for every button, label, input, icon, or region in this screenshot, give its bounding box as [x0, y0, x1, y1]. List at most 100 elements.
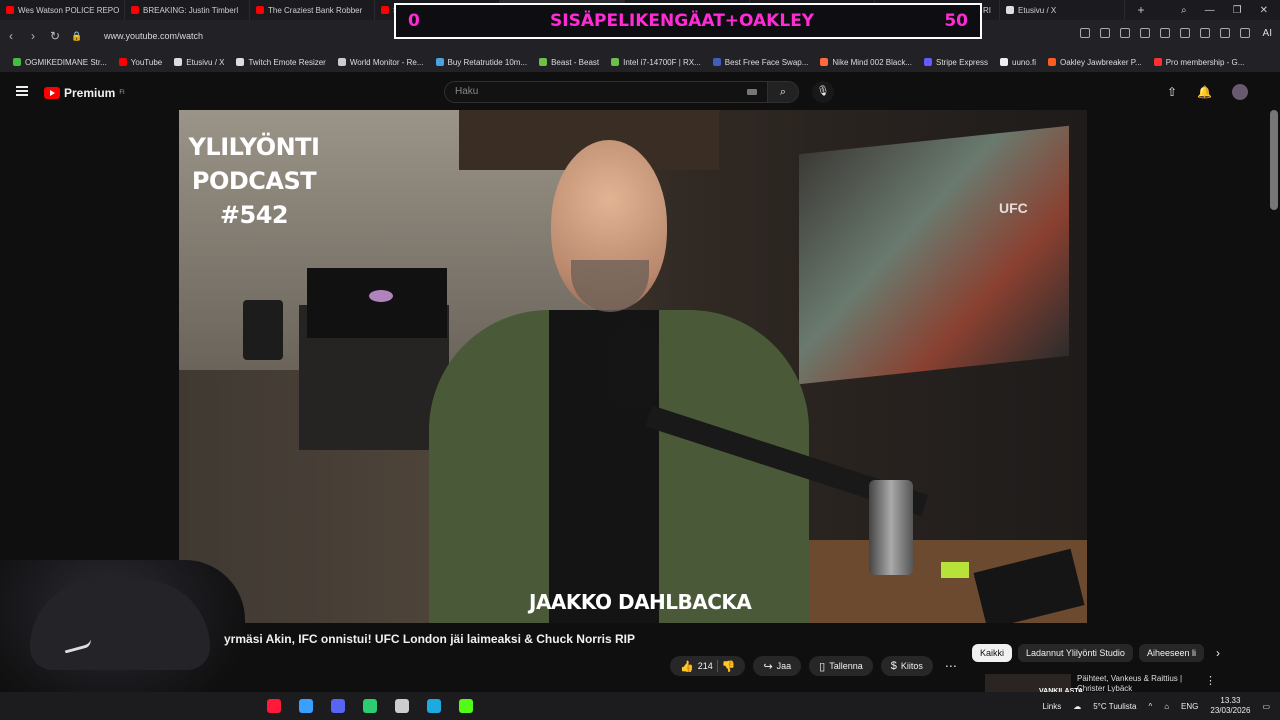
bookmark-favicon-icon [539, 58, 548, 66]
chip-related[interactable]: Aiheeseen li [1138, 644, 1204, 662]
bookmark-item[interactable]: Nike Mind 002 Black... [815, 58, 917, 67]
clock[interactable]: 13.33 23/03/2026 [1210, 696, 1250, 716]
bookmark-favicon-icon [1000, 58, 1009, 66]
bookmark-label: uuno.fi [1012, 57, 1037, 67]
tab-favicon-icon [6, 6, 14, 14]
zoom-icon[interactable] [1080, 28, 1090, 38]
video-player[interactable]: UFC YLILYÖNTI PODCAST #542 JAAKKO DAHLBA… [179, 110, 1087, 623]
browser-tab[interactable]: BREAKING: Justin Timberl [125, 0, 250, 20]
bookmark-favicon-icon [1048, 58, 1057, 66]
maximize-button[interactable]: ❐ [1233, 5, 1242, 16]
browser-tab[interactable]: Etusivu / X [1000, 0, 1125, 20]
notifications-bell-icon[interactable]: 🔔 [1197, 85, 1212, 99]
close-window-button[interactable]: ✕ [1260, 5, 1268, 16]
video-speaker [243, 300, 283, 360]
bookmark-item[interactable]: Stripe Express [919, 58, 993, 67]
browser-tab[interactable]: Wes Watson POLICE REPO [0, 0, 125, 20]
thanks-button[interactable]: $ Kiitos [880, 656, 933, 676]
microphone-icon: 🎙 [816, 86, 830, 97]
bookmark-favicon-icon [923, 58, 932, 66]
bookmark-item[interactable]: Pro membership - G... [1149, 58, 1250, 67]
network-icon[interactable]: ⌂ [1164, 702, 1169, 711]
bookmark-item[interactable]: Intel i7-14700F | RX... [606, 58, 706, 67]
hamburger-menu-icon[interactable] [16, 86, 28, 96]
browser-tab[interactable]: The Craziest Bank Robber [250, 0, 375, 20]
bookmark-item[interactable]: World Monitor - Re... [333, 58, 429, 67]
recommendation-chips: Kaikki Ladannut Ylilyönti Studio Aiheese… [972, 644, 1220, 662]
minimize-button[interactable]: — [1205, 5, 1215, 16]
ai-button[interactable]: AI [1263, 28, 1272, 39]
edge-icon[interactable] [422, 694, 446, 718]
taskbar-apps [262, 694, 486, 718]
tab-favicon-icon [256, 6, 264, 14]
save-label: Tallenna [829, 661, 863, 671]
chip-all[interactable]: Kaikki [972, 644, 1013, 662]
copilot-icon[interactable] [294, 694, 318, 718]
menu-icon[interactable] [1240, 28, 1250, 38]
recommended-more-icon[interactable]: ⋮ [1205, 674, 1216, 687]
back-icon[interactable]: ‹ [0, 29, 22, 43]
like-icon[interactable]: 👍 [680, 660, 694, 673]
save-button[interactable]: ▯ Tallenna [809, 656, 873, 676]
bookmark-item[interactable]: uuno.fi [995, 58, 1041, 67]
url-field[interactable]: www.youtube.com/watch [104, 31, 203, 41]
bookmark-item[interactable]: YouTube [114, 58, 167, 67]
green-app-icon[interactable] [358, 694, 382, 718]
recommended-title[interactable]: Päihteet, Vankeus & Raittius | Christer … [1077, 674, 1187, 694]
taskbar-app-glyph [395, 699, 409, 713]
notification-center-icon[interactable]: ▭ [1262, 702, 1270, 711]
like-count[interactable]: 214 [698, 661, 713, 671]
opera-gx-icon[interactable] [262, 694, 286, 718]
search-tabs-icon[interactable]: ⌕ [1181, 5, 1187, 16]
bookmark-favicon-icon [174, 58, 183, 66]
voice-search-button[interactable]: 🎙 [812, 81, 834, 103]
bookmark-item[interactable]: Oakley Jawbreaker P... [1043, 58, 1147, 67]
tab-label: The Craziest Bank Robber [268, 5, 363, 15]
chevron-up-icon[interactable]: ^ [1148, 702, 1152, 711]
bookmark-icon: ▯ [819, 660, 826, 673]
links-label[interactable]: Links [1043, 702, 1062, 711]
camera-icon[interactable] [1120, 28, 1130, 38]
search-input[interactable]: Haku [444, 81, 768, 103]
youtube-premium-logo[interactable]: Premium FI [44, 86, 125, 100]
media-player-icon[interactable] [454, 694, 478, 718]
page-scrollbar[interactable] [1270, 110, 1278, 210]
youtube-play-icon [44, 87, 60, 99]
video-tv-text: UFC [999, 200, 1028, 216]
tab-favicon-icon [1006, 6, 1014, 14]
shield-app-icon[interactable] [390, 694, 414, 718]
bookmark-item[interactable]: OGMIKEDIMANE Str... [8, 58, 112, 67]
heart-icon[interactable] [1180, 28, 1190, 38]
shield-icon[interactable] [1140, 28, 1150, 38]
download-icon[interactable] [1220, 28, 1230, 38]
language-indicator[interactable]: ENG [1181, 702, 1198, 711]
forward-icon[interactable]: › [22, 29, 44, 43]
new-tab-icon[interactable]: + [1131, 3, 1151, 17]
search-button[interactable]: ⌕ [767, 81, 799, 103]
edit-icon[interactable] [1100, 28, 1110, 38]
bookmark-item[interactable]: Etusivu / X [169, 58, 229, 67]
bookmark-label: World Monitor - Re... [349, 57, 424, 67]
upload-icon[interactable]: ⇧ [1167, 85, 1177, 99]
reload-icon[interactable]: ↻ [44, 29, 66, 43]
dislike-icon[interactable]: 👎 [722, 660, 736, 673]
bookmark-favicon-icon [611, 58, 620, 66]
play-icon[interactable] [1160, 28, 1170, 38]
bookmark-item[interactable]: Best Free Face Swap... [708, 58, 814, 67]
bookmark-item[interactable]: Buy Retatrutide 10m... [431, 58, 533, 67]
chevron-right-icon[interactable]: › [1216, 646, 1220, 660]
weather-text[interactable]: 5°C Tuulista [1093, 702, 1136, 711]
more-options-icon[interactable]: ⋯ [941, 659, 961, 673]
chip-uploaded-by[interactable]: Ladannut Ylilyönti Studio [1018, 644, 1133, 662]
keyboard-icon[interactable] [747, 89, 757, 95]
bookmark-label: OGMIKEDIMANE Str... [25, 57, 107, 67]
bookmark-label: Nike Mind 002 Black... [832, 57, 912, 67]
avatar[interactable] [1232, 84, 1248, 100]
thanks-label: Kiitos [900, 661, 923, 671]
bookmark-item[interactable]: Beast - Beast [534, 58, 604, 67]
bookmark-favicon-icon [712, 58, 721, 66]
bookmark-item[interactable]: Twitch Emote Resizer [231, 58, 330, 67]
cube-icon[interactable] [1200, 28, 1210, 38]
share-button[interactable]: ↪ Jaa [753, 656, 802, 676]
discord-icon[interactable] [326, 694, 350, 718]
